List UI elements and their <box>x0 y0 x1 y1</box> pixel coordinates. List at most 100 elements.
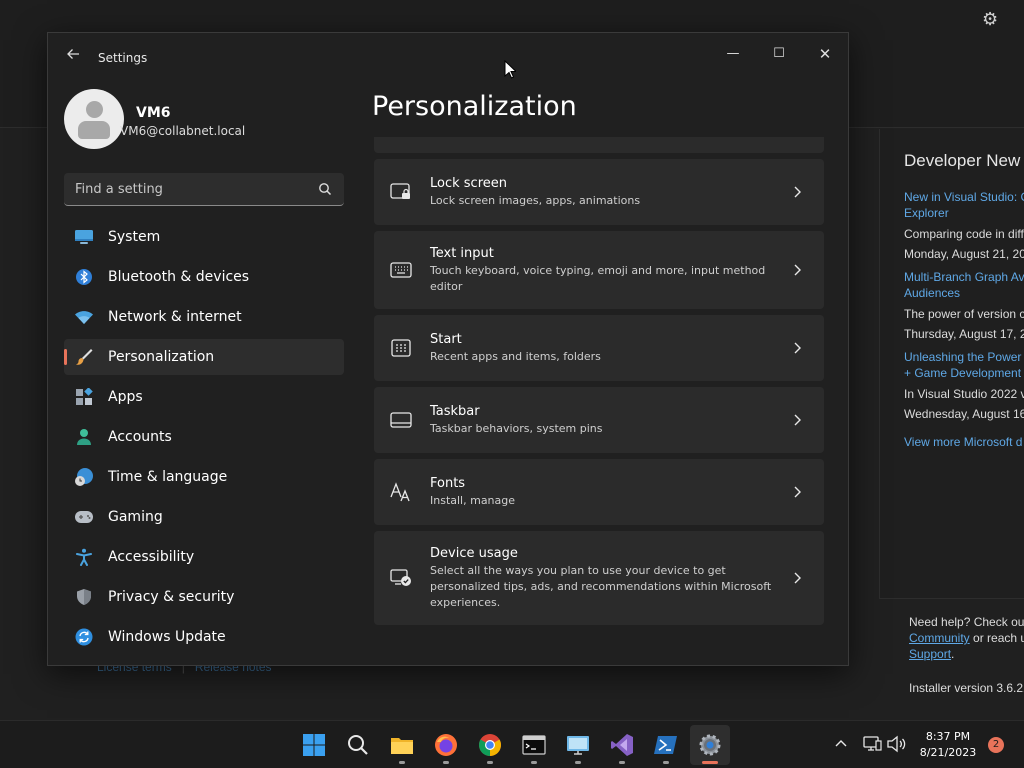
apps-icon <box>74 387 94 407</box>
sidebar-item-apps[interactable]: Apps <box>64 379 344 415</box>
card-title: Start <box>430 332 462 347</box>
taskbar-search-button[interactable] <box>338 725 378 765</box>
taskbar-settings[interactable] <box>690 725 730 765</box>
card-desc: Lock screen images, apps, animations <box>430 194 641 207</box>
sidebar-item-label: System <box>108 229 161 245</box>
fonts-card[interactable]: Fonts Install, manage <box>374 459 824 525</box>
news-link[interactable]: Unleashing the Power o + Game Developmen… <box>904 349 1024 381</box>
back-button[interactable] <box>64 47 82 65</box>
news-date: Thursday, August 17, 2 <box>904 327 1024 341</box>
start-menu-icon <box>390 337 412 359</box>
card-title: Device usage <box>430 546 518 561</box>
volume-icon[interactable] <box>886 735 906 753</box>
profile-name: VM6 <box>136 105 171 121</box>
bluetooth-icon <box>74 267 94 287</box>
maximize-button[interactable]: ☐ <box>759 39 799 69</box>
taskbar-card[interactable]: Taskbar Taskbar behaviors, system pins <box>374 387 824 453</box>
sidebar-item-label: Network & internet <box>108 309 242 325</box>
card-desc: Recent apps and items, folders <box>430 350 601 363</box>
news-desc: The power of version c <box>904 307 1024 321</box>
sidebar-item-accounts[interactable]: Accounts <box>64 419 344 455</box>
text-input-card[interactable]: Text input Touch keyboard, voice typing, … <box>374 231 824 309</box>
chevron-up-icon[interactable] <box>832 735 850 753</box>
app-title: Settings <box>98 51 148 65</box>
back-arrow-icon <box>67 49 79 59</box>
device-usage-card[interactable]: Device usage Select all the ways you plan… <box>374 531 824 625</box>
card-desc: Install, manage <box>430 494 516 507</box>
device-usage-icon <box>390 567 412 589</box>
community-link[interactable]: Community <box>909 631 970 645</box>
start-card[interactable]: Start Recent apps and items, folders <box>374 315 824 381</box>
sidebar-item-label: Accessibility <box>108 549 195 565</box>
close-button[interactable]: ✕ <box>805 39 845 69</box>
shield-icon <box>74 587 94 607</box>
taskbar-visual-studio[interactable] <box>602 725 642 765</box>
notification-badge[interactable]: 2 <box>988 737 1004 753</box>
news-item: Multi-Branch Graph Av Audiences The powe… <box>904 269 1024 341</box>
sidebar-nav: System Bluetooth & devices Network & int… <box>64 219 344 659</box>
avatar[interactable] <box>64 89 124 149</box>
settings-content: Lock screen Lock screen images, apps, ani… <box>374 137 824 657</box>
chrome-icon <box>479 734 501 756</box>
start-button[interactable] <box>294 725 334 765</box>
card-desc: Select all the ways you plan to use your… <box>430 564 772 609</box>
taskbar-remote-desktop[interactable] <box>558 725 598 765</box>
globe-clock-icon <box>74 467 94 487</box>
sidebar-item-label: Gaming <box>108 509 163 525</box>
sidebar-item-windows-update[interactable]: Windows Update <box>64 619 344 655</box>
sidebar-item-personalization[interactable]: Personalization <box>64 339 344 375</box>
paintbrush-icon <box>74 347 94 367</box>
news-desc: In Visual Studio 2022 v <box>904 387 1024 401</box>
person-icon <box>74 427 94 447</box>
sidebar-item-label: Privacy & security <box>108 589 235 605</box>
scrolled-card-edge <box>374 137 824 153</box>
taskbar-powershell[interactable] <box>646 725 686 765</box>
chevron-right-icon <box>794 264 801 276</box>
clock-time[interactable]: 8:37 PM <box>916 730 980 743</box>
sidebar-item-label: Bluetooth & devices <box>108 269 250 285</box>
search-box[interactable] <box>64 173 344 206</box>
taskbar: 8:37 PM 8/21/2023 2 <box>0 720 1024 768</box>
search-icon[interactable] <box>318 182 332 196</box>
profile-email: VM6@collabnet.local <box>120 124 246 138</box>
sidebar-item-system[interactable]: System <box>64 219 344 255</box>
sidebar-item-time-language[interactable]: Time & language <box>64 459 344 495</box>
search-input[interactable] <box>64 173 314 205</box>
accessibility-icon <box>74 547 94 567</box>
chevron-right-icon <box>794 414 801 426</box>
news-link[interactable]: New in Visual Studio: C Explorer <box>904 189 1024 221</box>
title-bar[interactable]: Settings — ☐ ✕ <box>48 33 848 81</box>
minimize-button[interactable]: — <box>713 39 753 69</box>
fonts-icon <box>390 481 412 503</box>
keyboard-icon <box>390 259 412 281</box>
news-date: Wednesday, August 16 <box>904 407 1024 421</box>
support-link[interactable]: Support <box>909 647 951 661</box>
installer-gear-icon[interactable]: ⚙ <box>982 9 998 30</box>
taskbar-chrome[interactable] <box>470 725 510 765</box>
lock-screen-card[interactable]: Lock screen Lock screen images, apps, ani… <box>374 159 824 225</box>
sidebar-item-gaming[interactable]: Gaming <box>64 499 344 535</box>
sidebar-item-bluetooth[interactable]: Bluetooth & devices <box>64 259 344 295</box>
update-icon <box>74 627 94 647</box>
taskbar-file-explorer[interactable] <box>382 725 422 765</box>
sidebar-item-privacy[interactable]: Privacy & security <box>64 579 344 615</box>
news-link[interactable]: Multi-Branch Graph Av Audiences <box>904 269 1024 301</box>
sidebar-item-accessibility[interactable]: Accessibility <box>64 539 344 575</box>
settings-gear-icon <box>699 734 721 756</box>
clock-date[interactable]: 8/21/2023 <box>916 746 980 759</box>
network-icon[interactable] <box>862 735 882 753</box>
developer-news-panel: Developer New New in Visual Studio: C Ex… <box>879 129 1024 599</box>
sidebar-item-network[interactable]: Network & internet <box>64 299 344 335</box>
taskbar-terminal[interactable] <box>514 725 554 765</box>
taskbar-firefox[interactable] <box>426 725 466 765</box>
chevron-right-icon <box>794 342 801 354</box>
sidebar-item-label: Windows Update <box>108 629 226 645</box>
news-date: Monday, August 21, 20 <box>904 247 1024 261</box>
view-more-link[interactable]: View more Microsoft d <box>904 435 1024 449</box>
remote-desktop-icon <box>567 736 589 755</box>
sidebar-item-label: Apps <box>108 389 143 405</box>
search-icon <box>348 735 368 755</box>
help-suffix: . <box>951 647 955 661</box>
windows-start-icon <box>303 734 325 756</box>
card-title: Taskbar <box>430 404 480 419</box>
